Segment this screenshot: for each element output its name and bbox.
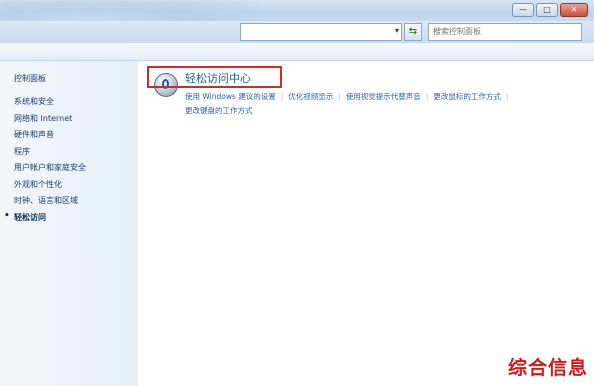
sidebar-item-network[interactable]: 网络和 Internet [14,113,86,130]
sidebar-item-appearance[interactable]: 外观和个性化 [14,179,86,196]
minimize-button[interactable]: — [512,3,534,17]
search-icon[interactable]: ⌕ [433,26,594,36]
category-links-row2: 更改键盘的工作方式 [185,105,253,116]
refresh-icon[interactable]: ⇆ [404,23,422,41]
address-row: ▾ ⇆ 搜索控制面板 ⌕ [0,21,594,43]
link-separator: | [338,92,341,101]
search-input[interactable]: 搜索控制面板 ⌕ [428,23,582,41]
sidebar: 控制面板 系统和安全 网络和 Internet 硬件和声音 程序 用户帐户和家庭… [0,61,138,386]
address-bar[interactable]: ▾ [240,23,402,41]
sidebar-item-programs[interactable]: 程序 [14,146,86,163]
chevron-down-icon[interactable]: ▾ [395,26,399,35]
link-mouse-settings[interactable]: 更改鼠标的工作方式 [433,92,501,101]
toolbar [0,43,594,61]
sidebar-item-system-security[interactable]: 系统和安全 [14,96,86,113]
link-windows-recommended[interactable]: 使用 Windows 建议的设置 [185,92,276,101]
watermark: 综合信息 [507,357,588,379]
link-separator: | [280,92,284,101]
link-visual-cues[interactable]: 使用视觉提示代替声音 [346,92,421,101]
maximize-button[interactable]: □ [536,3,558,17]
current-bullet-icon: • [4,210,10,221]
sidebar-item-clock-language[interactable]: 时钟、语言和区域 [14,195,86,212]
sidebar-list: 系统和安全 网络和 Internet 硬件和声音 程序 用户帐户和家庭安全 外观… [4,96,86,229]
link-keyboard-settings[interactable]: 更改键盘的工作方式 [185,106,253,115]
sidebar-item-label: 轻松访问 [14,212,46,222]
sidebar-item-user-accounts[interactable]: 用户帐户和家庭安全 [14,162,86,179]
link-separator: | [505,92,509,101]
sidebar-item-ease-of-access[interactable]: • 轻松访问 [4,211,86,229]
link-separator: | [425,92,429,101]
link-optimize-display[interactable]: 优化视频显示 [288,92,333,101]
sidebar-item-hardware-sound[interactable]: 硬件和声音 [14,129,86,146]
highlight-box [147,66,282,88]
window-controls: — □ ✕ [512,3,588,17]
sidebar-home-link[interactable]: 控制面板 [14,73,46,84]
close-button[interactable]: ✕ [560,3,588,17]
category-links: 使用 Windows 建议的设置 | 优化视频显示 | 使用视觉提示代替声音 | 更改鼠标的… [185,91,513,102]
